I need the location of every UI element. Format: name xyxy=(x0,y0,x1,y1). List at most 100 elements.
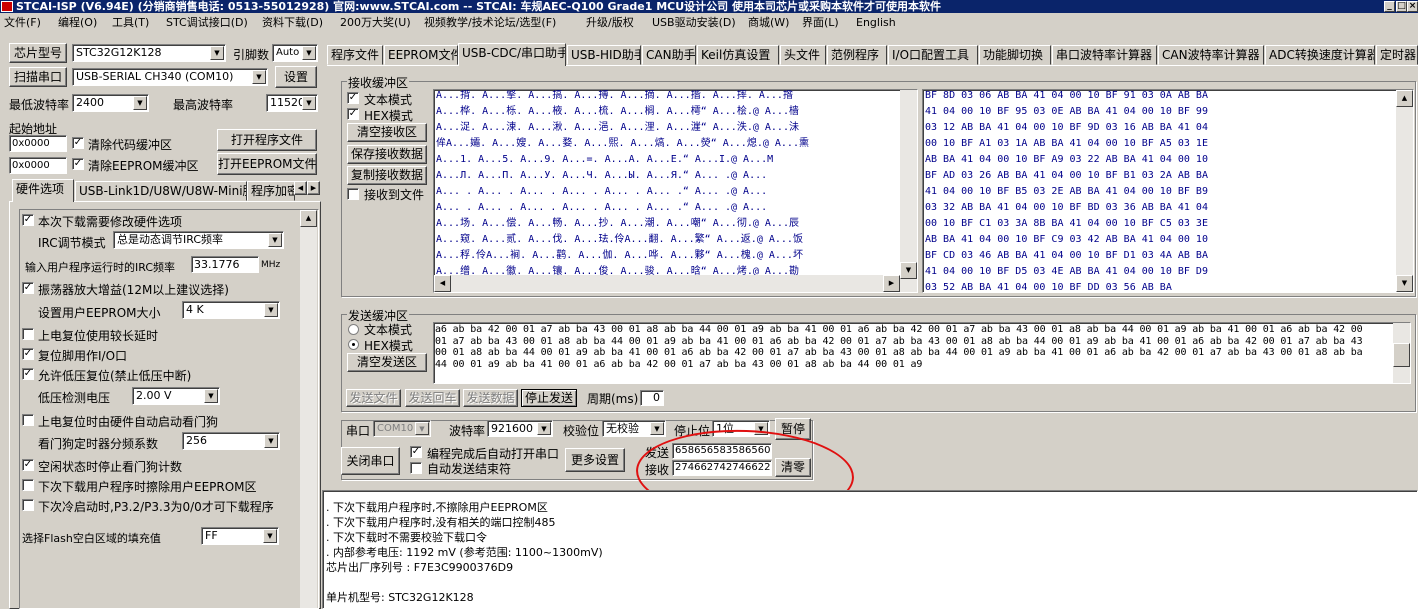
tab-uart-baud-calc[interactable]: 串口波特率计算器 xyxy=(1052,45,1157,65)
menu-program[interactable]: 编程(O) xyxy=(58,13,97,32)
scroll-down-icon[interactable]: ▼ xyxy=(900,262,917,279)
tab-pin-switch[interactable]: 功能脚切换 xyxy=(979,45,1051,65)
receive-hex-scrollbar[interactable]: ▲ ▼ xyxy=(1396,90,1413,292)
pause-button[interactable]: 暂停 xyxy=(775,418,811,440)
wdt-prescale-select[interactable]: 256 ▼ xyxy=(182,432,280,450)
menu-download[interactable]: 资料下载(D) xyxy=(262,13,323,32)
copy-receive-button[interactable]: 复制接收数据 xyxy=(347,166,427,185)
open-program-file-button[interactable]: 打开程序文件 xyxy=(217,129,317,151)
min-baud-select[interactable]: 2400 ▼ xyxy=(72,94,149,112)
receive-to-file-checkbox[interactable] xyxy=(347,188,359,200)
tab-scroll-left-icon[interactable]: ◀ xyxy=(294,181,307,195)
send-text-mode-radio[interactable] xyxy=(348,324,359,335)
menu-english[interactable]: English xyxy=(856,13,896,32)
tab-examples[interactable]: 范例程序 xyxy=(827,45,887,65)
settings-button[interactable]: 设置 xyxy=(275,66,317,88)
close-button[interactable]: × xyxy=(1407,1,1418,12)
idle-stop-wdt-checkbox[interactable]: ✓ xyxy=(22,459,34,471)
chip-model-select[interactable]: STC32G12K128 ▼ xyxy=(72,44,226,62)
menu-debug[interactable]: STC调试接口(D) xyxy=(166,13,248,32)
tab-program-file[interactable]: 程序文件 xyxy=(327,45,383,65)
send-scroll-thumb[interactable] xyxy=(1393,343,1410,367)
tab-timer[interactable]: 定时器 xyxy=(1376,45,1418,65)
options-scrollbar[interactable]: ▲ xyxy=(300,210,317,608)
reset-pin-io-checkbox[interactable]: ✓ xyxy=(22,348,34,360)
menu-mall[interactable]: 商城(W) xyxy=(748,13,789,32)
save-receive-button[interactable]: 保存接收数据 xyxy=(347,145,427,164)
auto-open-serial-checkbox[interactable]: ✓ xyxy=(410,446,422,458)
clear-send-button[interactable]: 清空发送区 xyxy=(347,353,427,372)
lv-detect-select[interactable]: 2.00 V ▼ xyxy=(132,387,220,405)
baud-rate-select[interactable]: 921600 ▼ xyxy=(487,420,553,437)
scroll-down-icon[interactable]: ▼ xyxy=(1396,275,1413,292)
eeprom-size-select[interactable]: 4 K ▼ xyxy=(182,301,280,319)
tab-adc-calc[interactable]: ADC转换速度计算器 xyxy=(1265,45,1375,65)
hw-watchdog-checkbox[interactable] xyxy=(22,414,34,426)
clear-counts-button[interactable]: 清零 xyxy=(775,458,811,477)
menu-award[interactable]: 200万大奖(U) xyxy=(340,13,411,32)
menu-tools[interactable]: 工具(T) xyxy=(112,13,149,32)
scroll-up-icon[interactable]: ▲ xyxy=(300,210,317,227)
open-eeprom-file-button[interactable]: 打开EEPROM文件 xyxy=(217,153,317,175)
stop-send-button[interactable]: 停止发送 xyxy=(521,389,577,407)
code-address-input[interactable]: 0x0000 xyxy=(9,135,67,152)
long-reset-delay-checkbox[interactable] xyxy=(22,328,34,340)
menu-usb-driver[interactable]: USB驱动安装(D) xyxy=(652,13,736,32)
receive-hex-area[interactable]: BF 8D 03 06 AB BA 41 04 00 10 BF 91 03 0… xyxy=(922,89,1414,293)
tab-can[interactable]: CAN助手 xyxy=(642,45,696,65)
serial-port-select[interactable]: COM10 ▼ xyxy=(373,420,431,437)
clear-eeprom-checkbox[interactable]: ✓ xyxy=(72,158,84,170)
receive-text-hscrollbar[interactable]: ◀ ▶ xyxy=(434,275,900,292)
tab-can-baud-calc[interactable]: CAN波特率计算器 xyxy=(1158,45,1264,65)
pins-select[interactable]: Auto ▼ xyxy=(272,44,318,62)
port-select[interactable]: USB-SERIAL CH340 (COM10) ▼ xyxy=(72,68,268,86)
close-serial-button[interactable]: 关闭串口 xyxy=(341,447,400,475)
receive-text-scrollbar[interactable]: ▼ xyxy=(900,90,917,292)
osc-gain-checkbox[interactable]: ✓ xyxy=(22,282,34,294)
send-data-button[interactable]: 发送数据 xyxy=(463,389,518,407)
log-output[interactable]: . 下次下载用户程序时,不擦除用户EEPROM区 . 下次下载用户程序时,没有相… xyxy=(322,490,1418,609)
p32-p33-checkbox[interactable] xyxy=(22,499,34,511)
send-return-button[interactable]: 发送回车 xyxy=(405,389,460,407)
menu-upgrade[interactable]: 升级/版权 xyxy=(586,13,634,32)
send-hex-mode-radio[interactable] xyxy=(348,339,359,350)
stop-bits-select[interactable]: 1位 ▼ xyxy=(712,420,770,437)
clear-receive-button[interactable]: 清空接收区 xyxy=(347,123,427,142)
erase-eeprom-next-checkbox[interactable] xyxy=(22,479,34,491)
tab-scroll-right-icon[interactable]: ▶ xyxy=(307,181,320,195)
irc-mode-select[interactable]: 总是动态调节IRC频率 ▼ xyxy=(113,231,284,249)
menu-ui[interactable]: 界面(L) xyxy=(802,13,839,32)
minimize-button[interactable]: _ xyxy=(1384,1,1395,12)
auto-send-terminator-checkbox[interactable] xyxy=(410,462,422,474)
scan-port-button[interactable]: 扫描串口 xyxy=(9,67,67,87)
max-baud-select[interactable]: 115200 ▼ xyxy=(266,94,318,112)
eeprom-address-input[interactable]: 0x0000 xyxy=(9,157,67,174)
send-scrollbar[interactable] xyxy=(1393,323,1410,383)
scroll-up-icon[interactable]: ▲ xyxy=(1396,90,1413,107)
tab-hardware-options[interactable]: 硬件选项 xyxy=(12,179,74,202)
tab-keil[interactable]: Keil仿真设置 xyxy=(697,45,779,65)
modify-hw-options-checkbox[interactable]: ✓ xyxy=(22,214,34,226)
scroll-left-icon[interactable]: ◀ xyxy=(434,275,451,292)
tab-usb-cdc[interactable]: USB-CDC/串口助手 xyxy=(458,43,566,66)
maximize-button[interactable]: □ xyxy=(1396,1,1407,12)
period-input[interactable]: 0 xyxy=(640,390,664,406)
menu-video[interactable]: 视频教学/技术论坛/选型(F) xyxy=(424,13,556,32)
tab-usb-link[interactable]: USB-Link1D/U8W/U8W-Mini脱机 xyxy=(75,181,247,201)
tab-eeprom-file[interactable]: EEPROM文件 xyxy=(384,45,458,65)
more-settings-button[interactable]: 更多设置 xyxy=(565,448,625,472)
tab-encryption[interactable]: 程序加密 xyxy=(247,181,295,201)
menu-file[interactable]: 文件(F) xyxy=(4,13,41,32)
tab-usb-hid[interactable]: USB-HID助手 xyxy=(567,45,641,65)
flash-fill-select[interactable]: FF ▼ xyxy=(201,527,279,545)
irc-freq-input[interactable]: 33.1776 xyxy=(191,256,259,273)
send-file-button[interactable]: 发送文件 xyxy=(346,389,401,407)
chip-model-button[interactable]: 芯片型号 xyxy=(9,43,67,63)
recv-text-mode-checkbox[interactable]: ✓ xyxy=(347,92,359,104)
send-text-area[interactable]: a6 ab ba 42 00 01 a7 ab ba 43 00 01 a8 a… xyxy=(433,322,1411,384)
tab-io-config[interactable]: I/O口配置工具 xyxy=(888,45,978,65)
receive-text-area[interactable]: A...揹. A...擎. A...搞. A...搏. A...摘. A...揩… xyxy=(433,89,918,293)
tab-header[interactable]: 头文件 xyxy=(780,45,826,65)
clear-code-checkbox[interactable]: ✓ xyxy=(72,137,84,149)
low-voltage-reset-checkbox[interactable]: ✓ xyxy=(22,368,34,380)
